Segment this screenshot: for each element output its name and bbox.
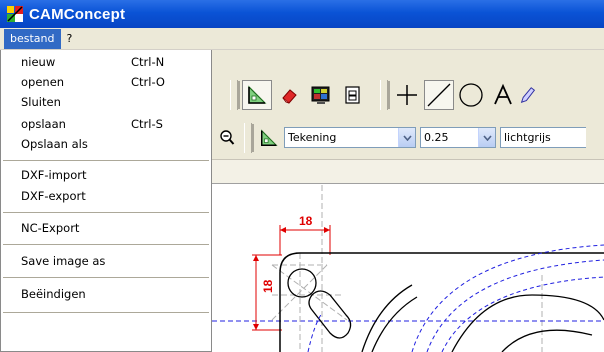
menu-separator [3, 212, 209, 213]
toolbar-top-area [212, 50, 604, 74]
camconcept-app-icon [7, 6, 23, 22]
crosshair-icon [397, 85, 417, 105]
ruler-strip [212, 160, 604, 184]
color-select-value: lichtgrijs [504, 131, 551, 144]
toolbar-separator [380, 80, 388, 110]
menu-item-beeindigen[interactable]: Beëindigen [1, 284, 211, 304]
snap-grid-icon [261, 128, 278, 146]
crosshair-button[interactable] [392, 80, 422, 110]
dropdown-arrow-icon [478, 128, 495, 147]
circle-button[interactable] [456, 80, 486, 110]
menu-separator [3, 160, 209, 161]
layers-icon [345, 86, 360, 104]
menu-item-opslaan[interactable]: opslaan Ctrl-S [1, 114, 211, 134]
properties-toolbar: Tekening 0.25 lichtgrijs [212, 116, 604, 160]
color-select[interactable]: lichtgrijs [500, 127, 586, 148]
title-bar: CAMConcept [0, 0, 604, 28]
line-width-select[interactable]: 0.25 [420, 127, 496, 148]
toolbar-separator [244, 122, 252, 153]
dim-vertical: 18 [261, 279, 275, 293]
eraser-icon [282, 89, 297, 104]
layer-select[interactable]: Tekening [284, 127, 416, 148]
monitor-icon [311, 86, 330, 104]
dropdown-arrow-icon [398, 128, 415, 147]
menu-separator [3, 277, 209, 278]
menu-help[interactable]: ? [61, 29, 79, 49]
circle-icon [459, 83, 483, 107]
menu-item-save-image-as[interactable]: Save image as [1, 251, 211, 271]
eraser-button[interactable] [274, 80, 304, 110]
line-icon [427, 83, 451, 107]
text-icon [494, 83, 512, 105]
cad-drawing: 18 18 [212, 185, 604, 352]
line-width-value: 0.25 [424, 131, 449, 144]
menu-item-dxf-import[interactable]: DXF-import [1, 165, 211, 185]
menu-separator [3, 244, 209, 245]
snap-grid-button[interactable] [242, 80, 272, 110]
pencil-button[interactable] [520, 80, 536, 110]
pencil-icon [520, 87, 536, 103]
file-menu-dropdown: nieuw Ctrl-N openen Ctrl-O Sluiten opsla… [0, 50, 212, 352]
toolbar-separator [230, 80, 238, 110]
menu-item-opslaan-als[interactable]: Opslaan als [1, 134, 211, 154]
menu-item-dxf-export[interactable]: DXF-export [1, 186, 211, 206]
menu-item-openen[interactable]: openen Ctrl-O [1, 72, 211, 92]
menu-bestand[interactable]: bestand [4, 28, 61, 49]
menu-bar: bestand ? [0, 28, 604, 50]
window-title: CAMConcept [29, 5, 126, 23]
zoom-out-icon [220, 129, 235, 145]
zoom-out-button[interactable] [216, 123, 238, 153]
snap-grid-button-2[interactable] [256, 123, 282, 153]
drawing-canvas[interactable]: 18 18 [212, 185, 604, 352]
monitor-button[interactable] [306, 80, 336, 110]
layer-select-value: Tekening [288, 131, 337, 144]
dim-horizontal: 18 [299, 214, 313, 228]
menu-item-nc-export[interactable]: NC-Export [1, 218, 211, 238]
snap-grid-icon [248, 85, 267, 104]
drawing-toolbar [212, 74, 604, 116]
layers-button[interactable] [338, 80, 368, 110]
text-button[interactable] [488, 80, 518, 110]
menu-separator [3, 312, 209, 313]
menu-item-nieuw[interactable]: nieuw Ctrl-N [1, 52, 211, 72]
line-button[interactable] [424, 80, 454, 110]
menu-item-sluiten[interactable]: Sluiten [1, 92, 211, 112]
